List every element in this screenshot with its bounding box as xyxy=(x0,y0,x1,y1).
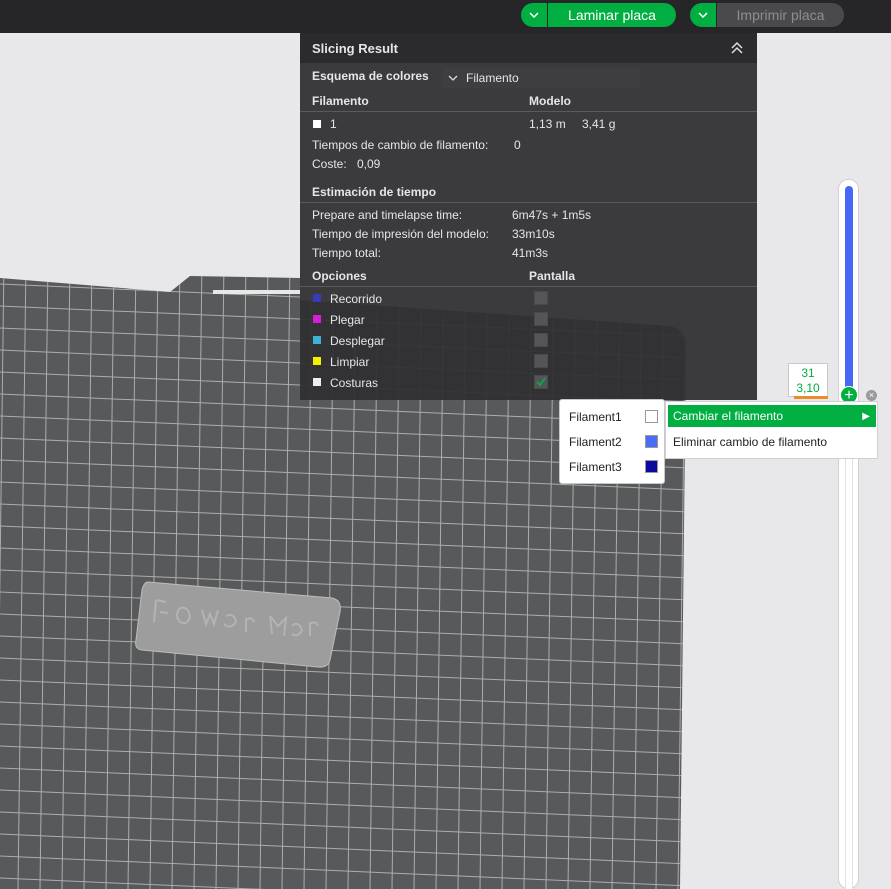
filament-index: 1 xyxy=(330,117,337,131)
filament-menu: Filament1 Filament2 Filament3 xyxy=(559,399,665,484)
print-plate-button[interactable]: Imprimir placa xyxy=(717,3,844,27)
slice-plate-split-button: Laminar placa xyxy=(521,3,676,27)
option-label-wipe: Limpiar xyxy=(330,355,370,369)
chevron-down-icon xyxy=(529,12,539,18)
print-plate-split-button: Imprimir placa xyxy=(690,3,844,27)
filament-change-submenu: Cambiar el filamento ▶ Eliminar cambio d… xyxy=(665,401,878,459)
time-value: 6m47s + 1m5s xyxy=(512,208,592,222)
change-filament-item[interactable]: Cambiar el filamento ▶ xyxy=(668,405,876,427)
change-filament-label: Cambiar el filamento xyxy=(673,409,784,423)
filament-length: 1,13 m xyxy=(529,117,566,131)
change-count-label: Tiempos de cambio de filamento: xyxy=(312,138,489,152)
layer-change-marker xyxy=(794,396,828,399)
option-label-travel: Recorrido xyxy=(330,292,383,306)
panel-header: Slicing Result xyxy=(300,33,757,63)
time-label: Tiempo de impresión del modelo: xyxy=(312,227,489,241)
remove-filament-change-item[interactable]: Eliminar cambio de filamento xyxy=(673,435,827,449)
cost-value: 0,09 xyxy=(357,157,381,171)
option-checkbox-retract[interactable] xyxy=(534,312,548,326)
layer-height: 3,10 xyxy=(796,381,820,395)
filament-color-swatch xyxy=(645,410,658,423)
cost-label: Coste: xyxy=(312,157,347,171)
filament-weight: 3,41 g xyxy=(582,117,616,131)
chevron-down-icon xyxy=(698,12,708,18)
option-color-swatch xyxy=(313,294,321,302)
option-checkbox-unretract[interactable] xyxy=(534,333,548,347)
option-checkbox-seams[interactable] xyxy=(534,375,548,389)
color-scheme-value: Filamento xyxy=(466,71,519,85)
option-color-swatch xyxy=(313,357,321,365)
option-checkbox-wipe[interactable] xyxy=(534,354,548,368)
panel-title: Slicing Result xyxy=(312,40,398,56)
layer-slider-range xyxy=(845,186,853,392)
layer-slider-lower xyxy=(845,400,853,889)
layer-indicator: 31 3,10 xyxy=(788,363,828,397)
print-options-dropdown[interactable] xyxy=(690,3,716,27)
filament-menu-item-1[interactable]: Filament1 xyxy=(569,410,622,424)
time-section-title: Estimación de tiempo xyxy=(312,185,437,199)
option-label-retract: Plegar xyxy=(330,313,365,327)
time-label: Tiempo total: xyxy=(312,246,381,260)
time-label: Prepare and timelapse time: xyxy=(312,208,463,222)
slice-plate-button[interactable]: Laminar placa xyxy=(548,3,676,27)
divider xyxy=(300,286,757,287)
filament-color-swatch xyxy=(313,120,321,128)
time-value: 41m3s xyxy=(512,246,549,260)
option-color-swatch xyxy=(313,336,321,344)
options-header: Opciones xyxy=(312,269,367,283)
option-color-swatch xyxy=(313,315,321,323)
option-label-seams: Costuras xyxy=(330,376,379,390)
slicing-result-panel: Slicing Result Esquema de colores Filame… xyxy=(300,33,757,400)
divider xyxy=(300,111,757,112)
filament-menu-item-3[interactable]: Filament3 xyxy=(569,460,622,474)
change-count-value: 0 xyxy=(514,138,521,152)
checkmark-icon xyxy=(536,377,546,387)
top-toolbar: Laminar placa Imprimir placa xyxy=(0,0,891,33)
time-value: 33m10s xyxy=(512,227,555,241)
color-scheme-select[interactable]: Filamento xyxy=(442,68,640,88)
plate-logo-strip xyxy=(213,290,303,294)
display-header: Pantalla xyxy=(529,269,576,283)
divider xyxy=(300,202,757,203)
layer-number: 31 xyxy=(801,366,815,380)
color-scheme-label: Esquema de colores xyxy=(312,69,429,83)
filament-header: Filamento xyxy=(312,94,369,108)
slice-options-dropdown[interactable] xyxy=(521,3,547,27)
option-checkbox-travel[interactable] xyxy=(534,291,548,305)
close-icon[interactable]: × xyxy=(866,390,877,401)
submenu-arrow-icon: ▶ xyxy=(862,410,870,422)
model-header: Modelo xyxy=(529,94,571,108)
collapse-icon[interactable] xyxy=(729,40,745,56)
option-color-swatch xyxy=(313,378,321,386)
filament-menu-item-2[interactable]: Filament2 xyxy=(569,435,622,449)
filament-color-swatch xyxy=(645,435,658,448)
chevron-down-icon xyxy=(448,75,458,81)
filament-color-swatch xyxy=(645,460,658,473)
option-label-unretract: Desplegar xyxy=(330,334,385,348)
